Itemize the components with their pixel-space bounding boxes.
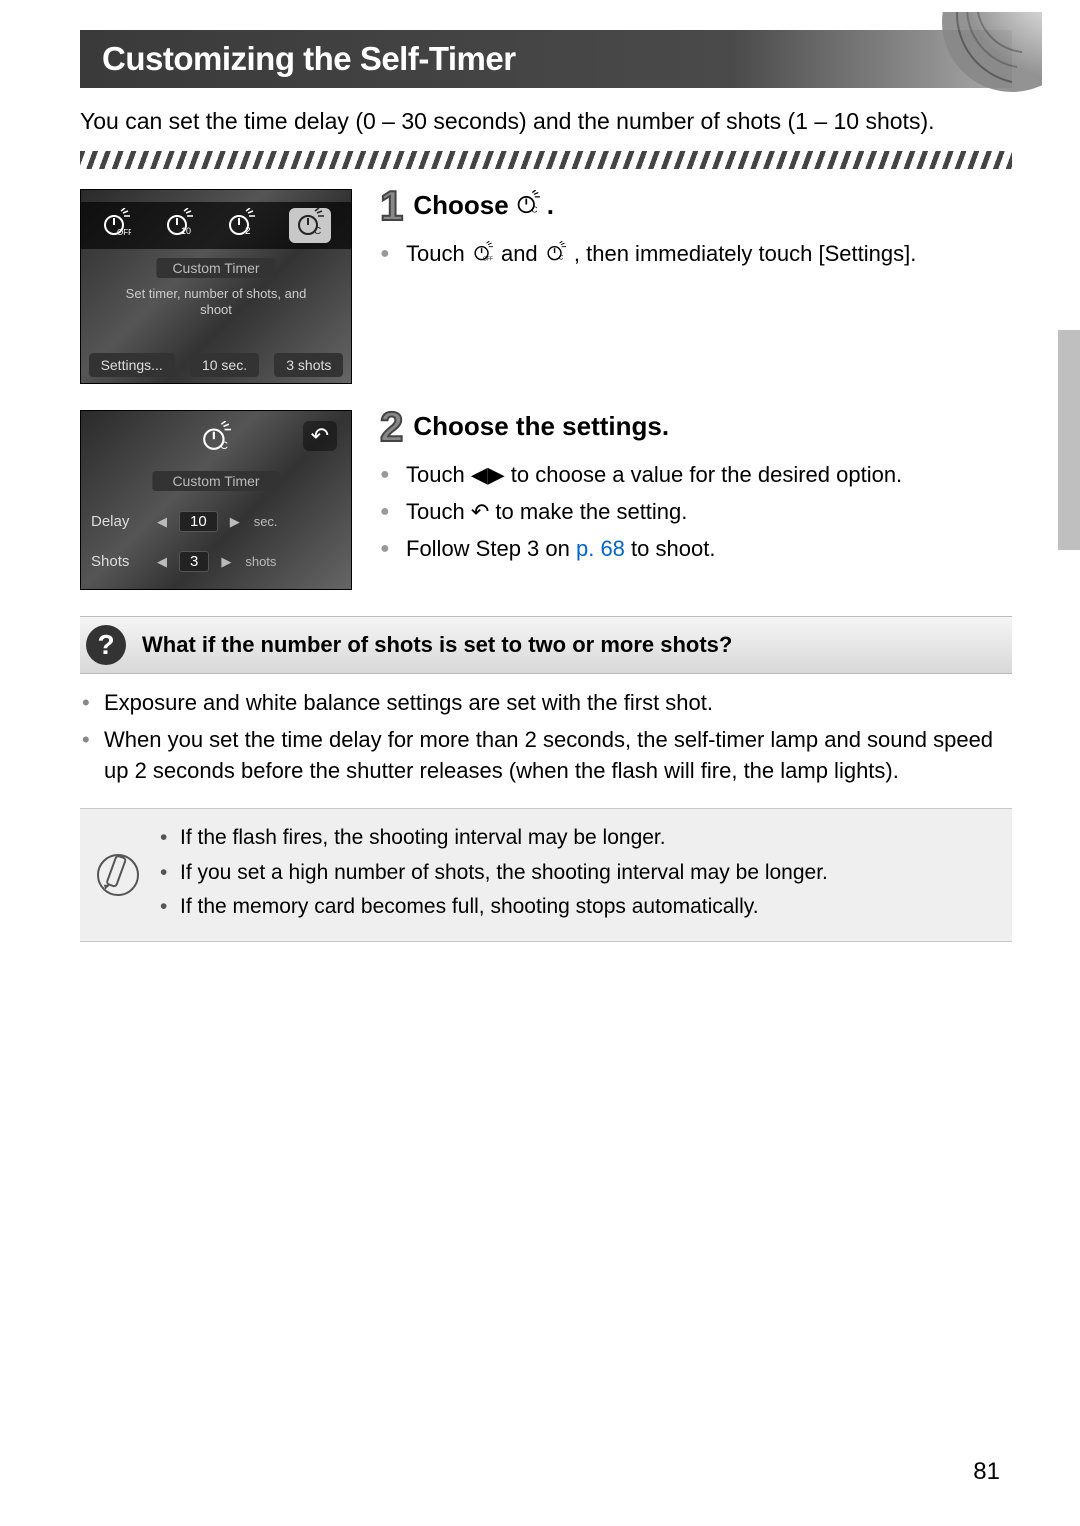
step2-bullet-1: Touch ◀▶ to choose a value for the desir… xyxy=(380,460,1012,491)
qa-item-2: When you set the time delay for more tha… xyxy=(80,725,1012,787)
step2-bullet-3: Follow Step 3 on p. 68 to shoot. xyxy=(380,534,1012,565)
left-arrow-icon: ◀ xyxy=(153,514,171,530)
step2-bullet-2: Touch ↶ to make the setting. xyxy=(380,497,1012,528)
timer-custom-icon: C xyxy=(199,421,233,459)
page-number: 81 xyxy=(973,1458,1000,1486)
s1b1-mid: and xyxy=(501,241,544,266)
settings-pill: Settings... xyxy=(89,353,175,377)
svg-text:C: C xyxy=(531,204,537,214)
note-box: If the flash fires, the shooting interva… xyxy=(80,808,1012,941)
svg-text:10: 10 xyxy=(181,226,191,236)
left-right-arrows-icon: ◀▶ xyxy=(471,462,505,487)
hint-text: Set timer, number of shots, and shoot xyxy=(108,286,324,319)
step-title-2: Choose the settings. xyxy=(413,410,669,443)
note-item-2: If you set a high number of shots, the s… xyxy=(160,858,994,888)
delay-row: Delay ◀ 10 ▶ sec. xyxy=(91,511,341,532)
svg-text:C: C xyxy=(314,226,321,236)
shots-unit: shots xyxy=(243,554,276,569)
custom-timer-label: Custom Timer xyxy=(156,258,275,278)
step1-title-pre: Choose xyxy=(413,189,508,222)
svg-text:C: C xyxy=(559,255,564,261)
timer-off-icon: OFF xyxy=(471,241,501,266)
page-title: Customizing the Self-Timer xyxy=(102,40,516,77)
corner-decoration xyxy=(862,12,1042,92)
pencil-note-icon xyxy=(94,851,142,899)
right-arrow-icon: ▶ xyxy=(226,514,244,530)
question-icon: ? xyxy=(86,625,126,665)
return-icon: ↶ xyxy=(303,421,337,451)
left-arrow-icon: ◀ xyxy=(153,554,171,570)
camera-screenshot-2: C ↶ Custom Timer Delay ◀ 10 ▶ sec. Shots… xyxy=(80,410,352,590)
timer-icon-row: OFF 10 2 C xyxy=(81,202,351,249)
s1b1-post: , then immediately touch [Settings]. xyxy=(574,241,916,266)
svg-text:OFF: OFF xyxy=(117,228,131,236)
note-item-3: If the memory card becomes full, shootin… xyxy=(160,892,994,922)
timer-custom-icon: C xyxy=(544,241,574,266)
shots-row: Shots ◀ 3 ▶ shots xyxy=(91,551,341,572)
step-title-1: Choose C . xyxy=(413,189,554,222)
svg-text:2: 2 xyxy=(245,226,251,236)
s2b3-pre: Follow Step 3 on xyxy=(406,536,576,561)
note-item-1: If the flash fires, the shooting interva… xyxy=(160,823,994,853)
timer-custom-icon: C xyxy=(515,189,541,222)
right-arrow-icon: ▶ xyxy=(217,554,235,570)
step-row-2: C ↶ Custom Timer Delay ◀ 10 ▶ sec. Shots… xyxy=(80,410,1012,590)
step1-bullet-1: Touch OFF and C , then immediately touch… xyxy=(380,239,1012,270)
shots-pill: 3 shots xyxy=(274,353,343,377)
qa-list: Exposure and white balance settings are … xyxy=(80,688,1012,786)
sec-pill: 10 sec. xyxy=(190,353,259,377)
hatch-divider xyxy=(80,151,1012,169)
s2b1-pre: Touch xyxy=(406,462,471,487)
timer-off-icon: OFF xyxy=(101,208,131,243)
qa-bar: ? What if the number of shots is set to … xyxy=(80,616,1012,674)
svg-text:OFF: OFF xyxy=(483,256,493,261)
step-row-1: OFF 10 2 C Custom Timer Set timer, numbe… xyxy=(80,189,1012,384)
delay-label: Delay xyxy=(91,513,145,530)
page-link-68[interactable]: p. 68 xyxy=(576,536,625,561)
s2b2-post: to make the setting. xyxy=(495,499,687,524)
delay-unit: sec. xyxy=(252,514,278,529)
step-number-1: 1 xyxy=(380,185,403,227)
return-icon: ↶ xyxy=(471,499,489,524)
svg-text:C: C xyxy=(220,440,228,451)
timer-custom-icon: C xyxy=(289,208,331,243)
custom-timer-label-2: Custom Timer xyxy=(152,471,279,491)
page-thumb-tab xyxy=(1058,330,1080,550)
page-title-bar: Customizing the Self-Timer xyxy=(80,30,1012,88)
step-number-2: 2 xyxy=(380,406,403,448)
delay-value: 10 xyxy=(179,511,218,532)
timer-10-icon: 10 xyxy=(164,208,194,243)
camera-screenshot-1: OFF 10 2 C Custom Timer Set timer, numbe… xyxy=(80,189,352,384)
qa-item-1: Exposure and white balance settings are … xyxy=(80,688,1012,719)
step1-title-post: . xyxy=(547,189,554,222)
shots-label: Shots xyxy=(91,553,145,570)
s2b2-pre: Touch xyxy=(406,499,471,524)
timer-2-icon: 2 xyxy=(226,208,256,243)
qa-title: What if the number of shots is set to tw… xyxy=(142,632,732,658)
shots-value: 3 xyxy=(179,551,209,572)
s1b1-pre: Touch xyxy=(406,241,471,266)
s2b3-post: to shoot. xyxy=(625,536,716,561)
s2b1-post: to choose a value for the desired option… xyxy=(511,462,902,487)
intro-text: You can set the time delay (0 – 30 secon… xyxy=(80,106,1012,137)
